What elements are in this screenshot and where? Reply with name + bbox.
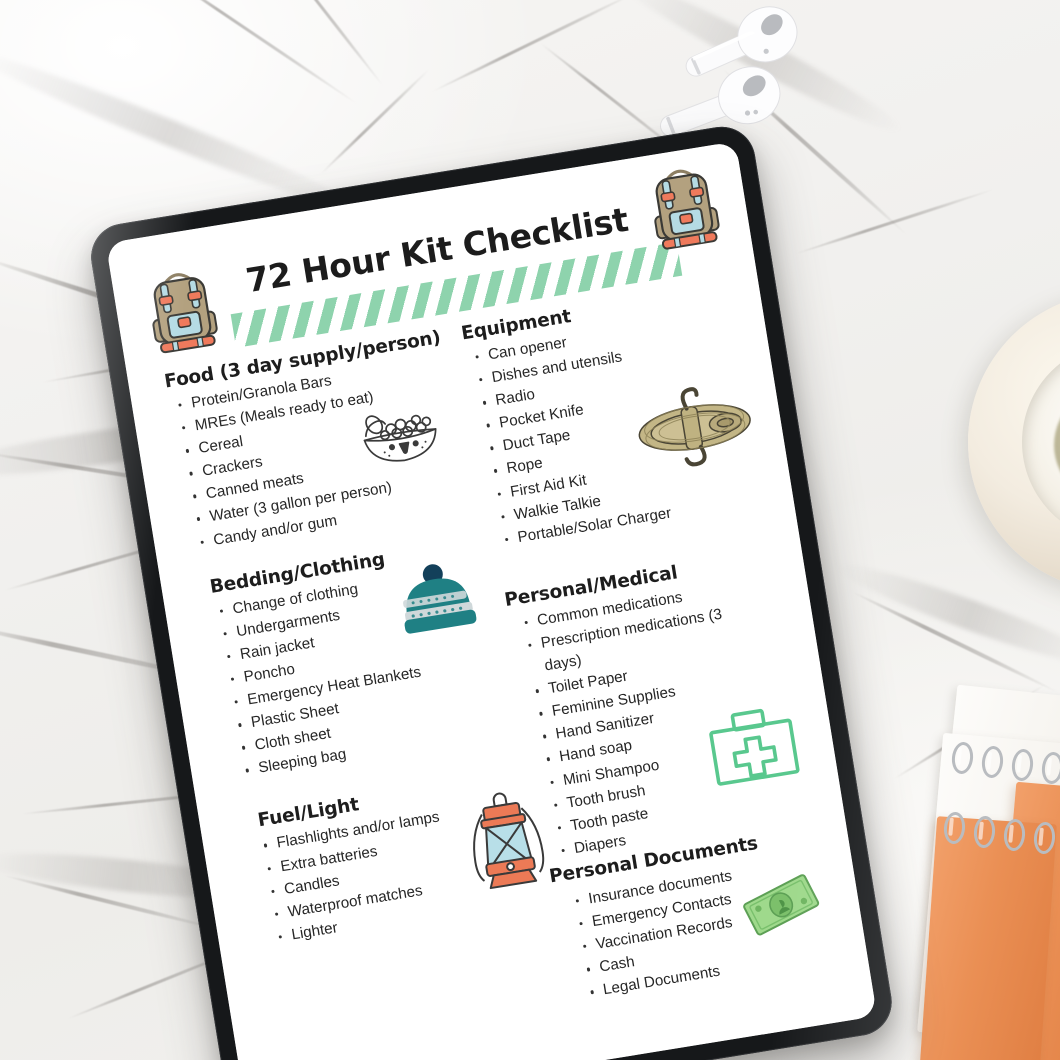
beanie-hat-icon: [402, 563, 477, 634]
checklist-page: 72 Hour Kit Checklist Food (3 day supply…: [105, 141, 878, 1060]
checklist-columns: Food (3 day supply/person) Protein/Grano…: [147, 279, 848, 1058]
section-personal-medical: Personal/Medical Common medications Pres…: [503, 545, 825, 864]
money-bill-icon: [742, 874, 819, 936]
first-aid-kit-icon: [708, 708, 800, 786]
desk-scene: 72 Hour Kit Checklist Food (3 day supply…: [0, 0, 1060, 1060]
backpack-icon: [654, 169, 720, 250]
tablet-screen[interactable]: 72 Hour Kit Checklist Food (3 day supply…: [105, 141, 878, 1060]
notebook-orange-front: [919, 816, 1057, 1060]
backpack-icon: [152, 273, 218, 354]
spiral-notebooks: [917, 684, 1060, 1060]
section-equipment: Equipment Can opener Dishes and utensils…: [460, 279, 775, 553]
